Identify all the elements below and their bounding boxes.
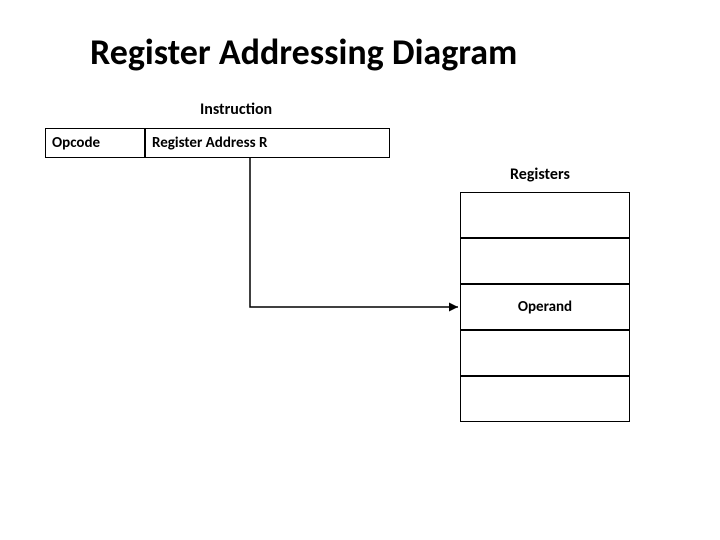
diagram-stage: Register Addressing Diagram Instruction …: [0, 0, 720, 540]
address-to-operand-arrow: [0, 0, 720, 540]
